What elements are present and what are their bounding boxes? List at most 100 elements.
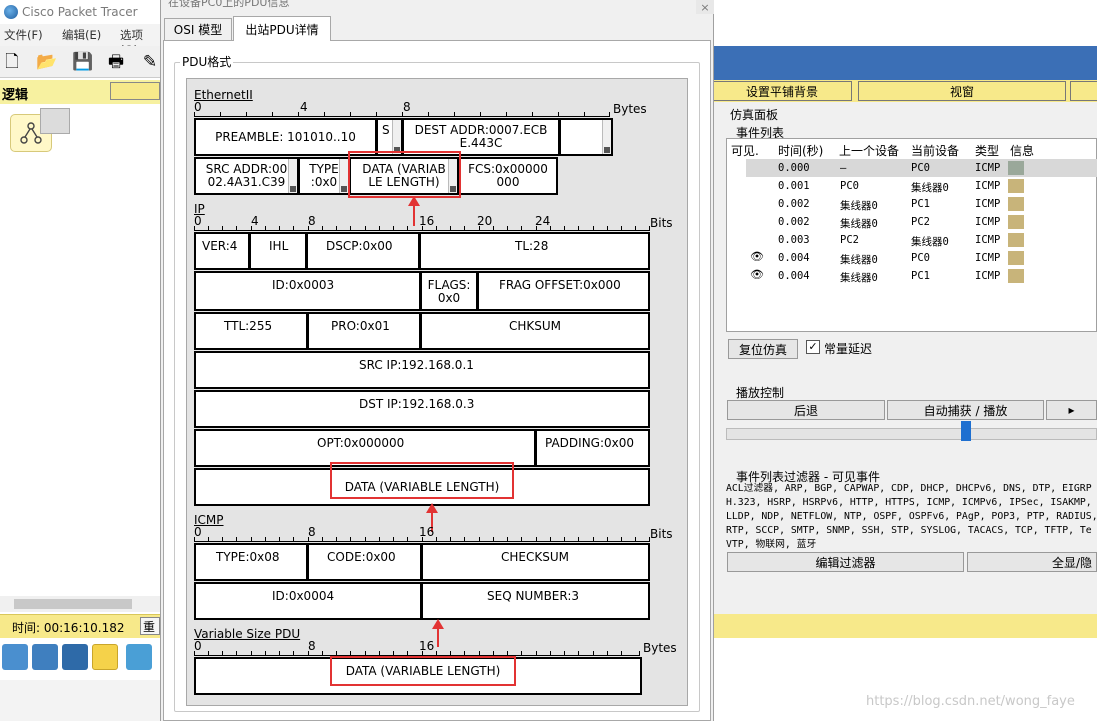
col-time: 时间(秒): [778, 144, 824, 158]
connections-icon[interactable]: [92, 644, 118, 670]
icmp-checksum-field[interactable]: CHECKSUM: [421, 543, 650, 581]
event-row[interactable]: 0.001 PC0 集线器0 ICMP: [746, 177, 1097, 195]
info-color-swatch[interactable]: [1008, 179, 1024, 193]
ip-padding-field[interactable]: PADDING:0x00: [535, 429, 650, 467]
ethertype-field[interactable]: TYPE :0x0: [298, 157, 350, 195]
watermark: https://blog.csdn.net/wong_faye: [866, 694, 1075, 709]
ip-total-length-field[interactable]: TL:28: [419, 232, 650, 270]
main-toolbar: 🗋 📂 💾 🖶 ✎: [0, 46, 160, 78]
set-tiled-background-button[interactable]: 设置平铺背景: [712, 81, 852, 101]
packet-tracer-workspace: [0, 0, 160, 721]
variable-pdu-title: Variable Size PDU: [194, 627, 301, 641]
tab-outbound-pdu-details[interactable]: 出站PDU详情: [233, 16, 331, 41]
eye-icon[interactable]: 👁: [750, 250, 764, 263]
info-color-swatch[interactable]: [1008, 233, 1024, 247]
icmp-code-field[interactable]: CODE:0x00: [307, 543, 422, 581]
new-file-icon[interactable]: 🗋: [2, 52, 22, 72]
menu-edit[interactable]: 编辑(E): [62, 27, 101, 43]
wizard-icon[interactable]: ✎: [140, 52, 160, 72]
tab-osi-model[interactable]: OSI 模型: [164, 18, 232, 40]
packet-tracer-logo-icon: [4, 5, 18, 19]
play-controls-title: 播放控制: [736, 386, 785, 400]
ip-id-field[interactable]: ID:0x0003: [194, 271, 421, 311]
icmp-id-field[interactable]: ID:0x0004: [194, 582, 422, 620]
highlight-box-ip-data: [330, 462, 514, 499]
end-devices-icon[interactable]: [32, 644, 58, 670]
event-row[interactable]: 0.000 — PC0 ICMP: [746, 159, 1097, 177]
ip-protocol-field[interactable]: PRO:0x01: [307, 312, 421, 350]
back-button[interactable]: 后退: [727, 400, 885, 420]
ethernet-unit: Bytes: [613, 102, 647, 116]
logical-label[interactable]: 逻辑: [2, 84, 28, 103]
misc-devices-icon[interactable]: [126, 644, 152, 670]
power-cycle-button[interactable]: 重: [140, 617, 160, 635]
reset-simulation-button[interactable]: 复位仿真: [728, 339, 798, 359]
bottom-status-bar: [714, 614, 1097, 638]
device-subtype-bar: [0, 680, 160, 721]
menu-file[interactable]: 文件(F): [4, 27, 43, 43]
auto-capture-play-button[interactable]: 自动捕获 / 播放: [887, 400, 1044, 420]
ip-dscp-field[interactable]: DSCP:0x00: [306, 232, 420, 270]
scrollbar-thumb[interactable]: [14, 599, 132, 609]
info-color-swatch[interactable]: [1008, 251, 1024, 265]
workspace-root-button[interactable]: [110, 82, 160, 100]
simulation-panel-title: 仿真面板: [730, 108, 779, 122]
col-current-device: 当前设备: [911, 144, 960, 158]
col-info: 信息: [1010, 144, 1035, 158]
ip-src-field[interactable]: SRC IP:192.168.0.1: [194, 351, 650, 389]
info-color-swatch[interactable]: [1008, 215, 1024, 229]
ethernet-spare-field[interactable]: [559, 118, 613, 156]
ip-checksum-field[interactable]: CHKSUM: [420, 312, 650, 350]
src-addr-field[interactable]: SRC ADDR:00 02.4A31.C39: [194, 157, 299, 195]
info-color-swatch[interactable]: [1008, 161, 1024, 175]
icmp-ruler: 0 8 16: [194, 525, 650, 544]
event-row[interactable]: 0.003 PC2 集线器0 ICMP: [746, 231, 1097, 249]
icmp-type-field[interactable]: TYPE:0x08: [194, 543, 308, 581]
components-icon[interactable]: [62, 644, 88, 670]
ethernet-ruler: 0 4 8: [194, 100, 610, 119]
variable-pdu-unit: Bytes: [643, 641, 677, 655]
col-type: 类型: [975, 144, 1000, 158]
icmp-unit: Bits: [650, 527, 673, 541]
ip-dst-field[interactable]: DST IP:192.168.0.3: [194, 390, 650, 428]
print-icon[interactable]: 🖶: [106, 52, 126, 72]
simulation-time: 时间: 00:16:10.182: [12, 621, 125, 635]
save-icon[interactable]: 💾: [72, 52, 93, 72]
ip-flags-field[interactable]: FLAGS: 0x0: [420, 271, 478, 311]
highlight-box-ethernet-data: [348, 151, 461, 198]
event-row[interactable]: 0.002 集线器0 PC2 ICMP: [746, 213, 1097, 231]
ethernet-title: EthernetII: [194, 88, 253, 102]
info-color-swatch[interactable]: [1008, 269, 1024, 283]
workspace-blue-band: [714, 46, 1097, 80]
play-speed-slider[interactable]: [726, 428, 1097, 440]
edit-filters-button[interactable]: 编辑过滤器: [727, 552, 964, 572]
close-icon[interactable]: ×: [696, 0, 714, 14]
event-row[interactable]: 0.002 集线器0 PC1 ICMP: [746, 195, 1097, 213]
icmp-seq-field[interactable]: SEQ NUMBER:3: [421, 582, 650, 620]
network-devices-icon[interactable]: [2, 644, 28, 670]
ip-version-field[interactable]: VER:4: [194, 232, 250, 270]
dialog-title: 在设备PC0上的PDU信息: [168, 0, 290, 9]
pdu-format-title: PDU格式: [180, 53, 234, 70]
info-color-swatch[interactable]: [1008, 197, 1024, 211]
app-title-bar: Cisco Packet Tracer: [0, 0, 160, 24]
event-row[interactable]: 👁 0.004 集线器0 PC1 ICMP: [746, 267, 1097, 285]
col-visible: 可见.: [731, 144, 759, 158]
ip-frag-offset-field[interactable]: FRAG OFFSET:0x000: [477, 271, 650, 311]
device-thumbnail-icon[interactable]: [40, 108, 70, 134]
eye-icon[interactable]: 👁: [750, 268, 764, 281]
app-title: Cisco Packet Tracer: [22, 5, 138, 19]
ip-ttl-field[interactable]: TTL:255: [194, 312, 308, 350]
event-row[interactable]: 👁 0.004 集线器0 PC0 ICMP: [746, 249, 1097, 267]
constant-delay-checkbox[interactable]: ✓: [806, 340, 820, 354]
extra-toolbar-button[interactable]: [1070, 81, 1097, 101]
play-speed-slider-thumb[interactable]: [961, 421, 971, 441]
show-all-none-button[interactable]: 全显/隐: [967, 552, 1097, 572]
fcs-field[interactable]: FCS:0x00000 000: [458, 157, 558, 195]
visible-events-list: ACL过滤器, ARP, BGP, CAPWAP, CDP, DHCP, DHC…: [726, 483, 1097, 550]
capture-forward-button[interactable]: ▸: [1046, 400, 1097, 420]
open-folder-icon[interactable]: 📂: [36, 52, 57, 72]
constant-delay-label: 常量延迟: [824, 342, 873, 356]
viewport-button[interactable]: 视窗: [858, 81, 1066, 101]
ip-ihl-field[interactable]: IHL: [249, 232, 307, 270]
